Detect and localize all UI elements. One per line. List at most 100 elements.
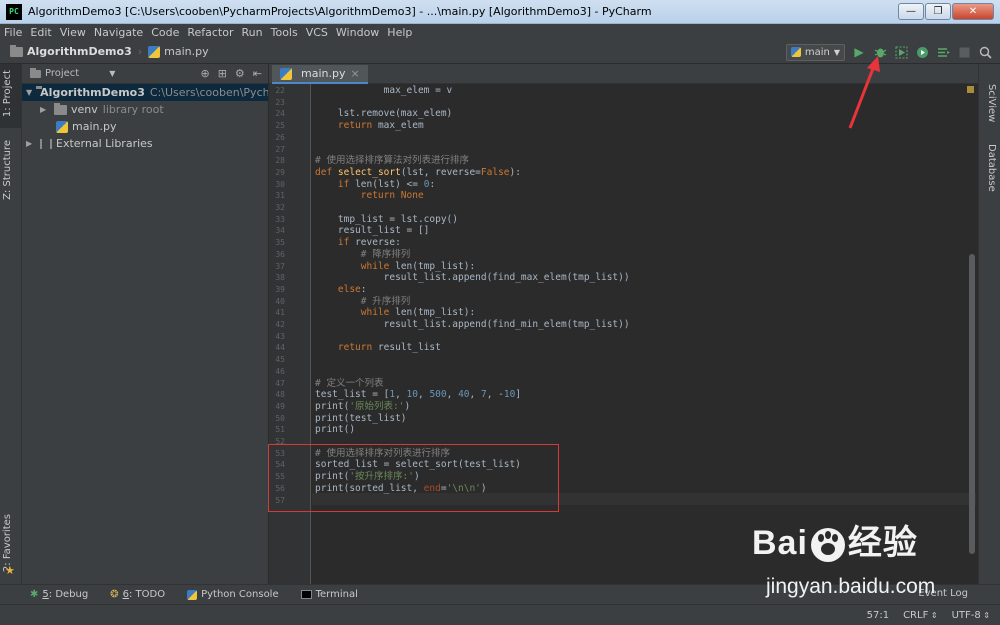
project-view-select[interactable]: Project — [45, 68, 79, 79]
search-icon[interactable] — [978, 45, 992, 59]
line-number: 29 — [275, 167, 285, 177]
tab-structure[interactable]: Z: Structure — [2, 140, 13, 200]
settings-icon[interactable]: ⚙ — [235, 67, 245, 80]
tree-external-libraries-row[interactable]: ▶ External Libraries — [22, 135, 268, 152]
tab-project[interactable]: 1: Project — [2, 70, 13, 117]
project-view-icon — [30, 67, 41, 78]
line-separator-label: CRLF — [903, 609, 929, 621]
tree-venv-label: venv — [71, 103, 98, 116]
menu-bar: File Edit View Navigate Code Refactor Ru… — [0, 24, 1000, 40]
menu-edit[interactable]: Edit — [30, 26, 51, 39]
menu-view[interactable]: View — [60, 26, 86, 39]
tree-root-row[interactable]: ▼ AlgorithmDemo3 C:\Users\cooben\Pycharm… — [22, 84, 268, 101]
tree-venv-row[interactable]: ▶ venv library root — [22, 101, 268, 118]
annotation-arrow — [848, 56, 880, 129]
title-bar: PC AlgorithmDemo3 [C:\Users\cooben\Pycha… — [0, 0, 1000, 24]
inspection-status-icon[interactable] — [967, 86, 974, 93]
code-line[interactable]: test_list = [1, 10, 500, 40, 7, -10] — [315, 389, 521, 401]
chevron-down-icon[interactable]: ▼ — [109, 69, 115, 78]
file-encoding[interactable]: UTF-8 ⇕ — [952, 610, 990, 621]
line-number: 31 — [275, 191, 285, 201]
vertical-scrollbar[interactable] — [969, 254, 975, 554]
code-line[interactable]: result_list.append(find_max_elem(tmp_lis… — [315, 272, 630, 284]
concurrency-icon[interactable] — [936, 45, 950, 59]
tab-terminal[interactable]: Terminal — [300, 589, 358, 600]
line-number: 45 — [275, 355, 285, 365]
line-number: 38 — [275, 273, 285, 283]
menu-help[interactable]: Help — [387, 26, 412, 39]
collapse-all-icon[interactable]: ⊞ — [218, 67, 227, 80]
code-line[interactable]: # 降序排列 — [315, 249, 410, 261]
code-line[interactable]: result_list.append(find_min_elem(tmp_lis… — [315, 319, 630, 331]
profile-icon[interactable] — [915, 45, 929, 59]
code-line[interactable]: return result_list — [315, 342, 441, 354]
sync-icon[interactable]: ⊕ — [200, 67, 209, 80]
tab-main-py[interactable]: main.py × — [272, 65, 368, 84]
baidu-watermark: Bai 经验 jingyan.baidu.com — [752, 515, 952, 607]
menu-vcs[interactable]: VCS — [306, 26, 328, 39]
breadcrumb-project-label: AlgorithmDemo3 — [27, 45, 132, 58]
code-line[interactable]: # 定义一个列表 — [315, 378, 383, 390]
code-line[interactable]: print(test_list) — [315, 413, 407, 425]
menu-navigate[interactable]: Navigate — [94, 26, 143, 39]
code-line[interactable]: def select_sort(lst, reverse=False): — [315, 167, 521, 179]
menu-run[interactable]: Run — [242, 26, 263, 39]
tree-root-path: C:\Users\cooben\PycharmP — [149, 86, 268, 99]
highlight-box — [268, 444, 559, 512]
paw-icon — [810, 527, 846, 563]
line-number: 50 — [275, 413, 285, 423]
menu-code[interactable]: Code — [151, 26, 179, 39]
stop-icon[interactable] — [957, 45, 971, 59]
code-line[interactable]: # 使用选择排序算法对列表进行排序 — [315, 155, 469, 167]
breadcrumb-file[interactable]: main.py — [148, 45, 209, 58]
line-number: 42 — [275, 320, 285, 329]
menu-refactor[interactable]: Refactor — [187, 26, 233, 39]
code-line[interactable]: return None — [315, 190, 424, 202]
code-line[interactable]: print('原始列表:') — [315, 401, 410, 413]
star-icon: ★ — [5, 564, 15, 577]
line-number: 27 — [275, 144, 285, 154]
code-line[interactable]: if len(lst) <= 0: — [315, 179, 435, 191]
caret-position[interactable]: 57:1 — [867, 610, 889, 621]
tab-sciview[interactable]: SciView — [986, 84, 997, 122]
code-line[interactable]: result_list = [] — [315, 225, 430, 237]
code-line[interactable]: if reverse: — [315, 237, 401, 249]
line-number: 33 — [275, 214, 285, 224]
close-button[interactable]: ✕ — [952, 3, 994, 20]
window-controls: — ❐ ✕ — [898, 3, 994, 20]
maximize-button[interactable]: ❐ — [925, 3, 951, 20]
expand-arrow-icon[interactable]: ▼ — [26, 88, 32, 97]
code-line[interactable]: lst.remove(max_elem) — [315, 108, 452, 120]
collapse-arrow-icon[interactable]: ▶ — [26, 139, 36, 148]
menu-tools[interactable]: Tools — [271, 26, 298, 39]
code-line[interactable]: max_elem = v — [315, 85, 453, 97]
line-number: 26 — [275, 132, 285, 142]
menu-file[interactable]: File — [4, 26, 22, 39]
collapse-arrow-icon[interactable]: ▶ — [40, 105, 50, 114]
tree-main-row[interactable]: main.py — [22, 118, 268, 135]
tab-todo[interactable]: ❂ 6: TODO — [110, 589, 165, 600]
tab-python-console[interactable]: Python Console — [187, 589, 279, 600]
line-separator[interactable]: CRLF ⇕ — [903, 610, 938, 621]
left-tool-strip: 1: Project Z: Structure 2: Favorites ★ — [0, 64, 22, 584]
breadcrumb-file-label: main.py — [164, 45, 209, 58]
run-config-select[interactable]: main ▼ — [785, 43, 845, 61]
line-number: 51 — [275, 425, 285, 435]
hide-panel-icon[interactable]: ⇤ — [253, 67, 262, 80]
code-line[interactable]: while len(tmp_list): — [315, 261, 475, 273]
close-tab-icon[interactable]: × — [350, 67, 359, 80]
code-line[interactable]: while len(tmp_list): — [315, 307, 475, 319]
code-line[interactable]: print() — [315, 424, 355, 436]
line-number: 34 — [275, 226, 285, 236]
minimize-button[interactable]: — — [898, 3, 924, 20]
menu-window[interactable]: Window — [336, 26, 379, 39]
code-line[interactable]: tmp_list = lst.copy() — [315, 214, 458, 226]
breadcrumb-project[interactable]: AlgorithmDemo3 — [10, 44, 132, 58]
code-line[interactable]: else: — [315, 284, 367, 296]
bug-icon: ✱ — [30, 589, 39, 600]
tab-debug[interactable]: ✱ 5: Debug — [30, 589, 88, 600]
code-line[interactable]: return max_elem — [315, 120, 424, 132]
tab-database[interactable]: Database — [986, 144, 997, 192]
run-coverage-icon[interactable] — [894, 45, 908, 59]
code-line[interactable]: # 升序排列 — [315, 296, 410, 308]
